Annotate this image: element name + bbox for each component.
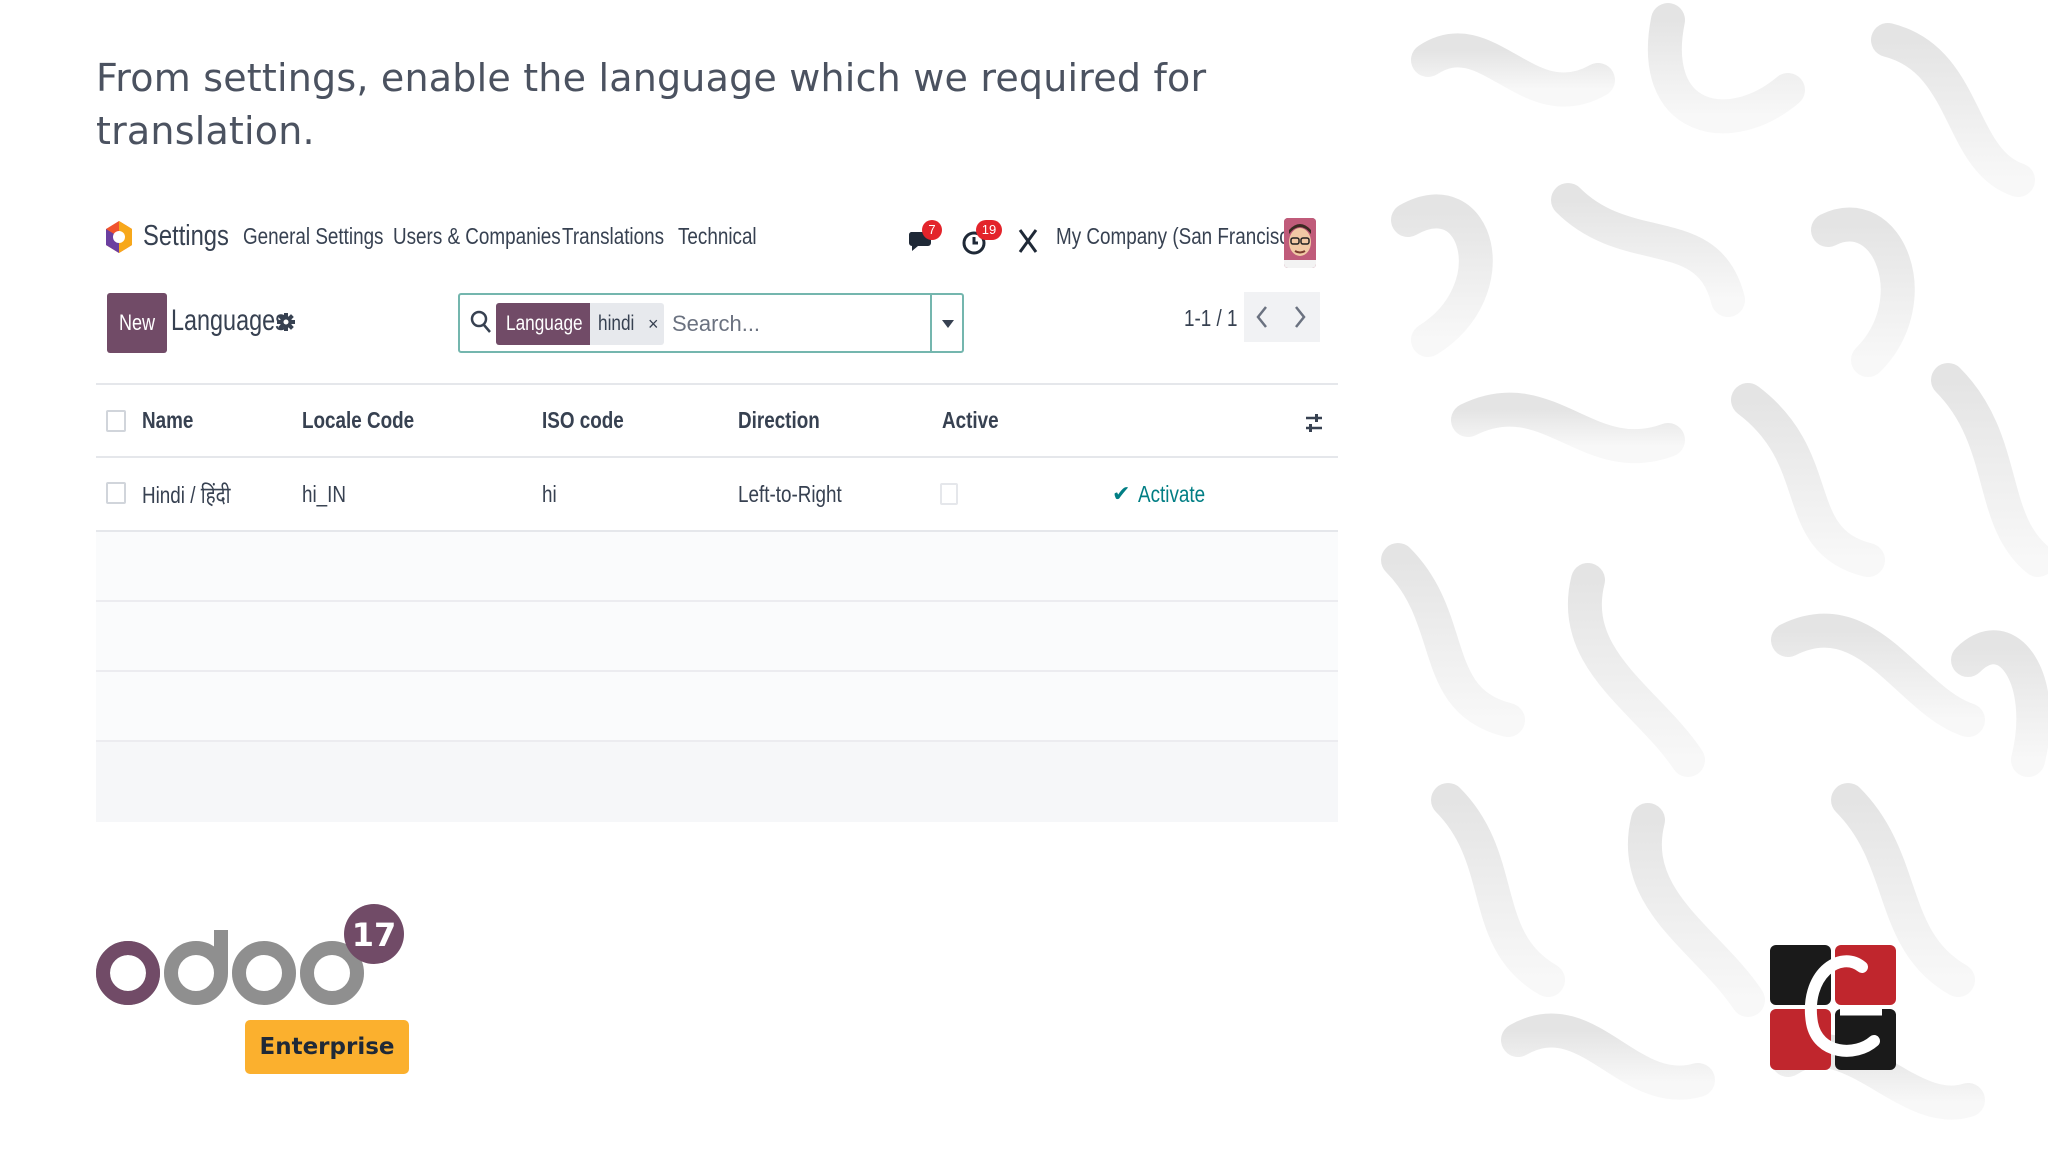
column-header-direction[interactable]: Direction <box>738 385 838 456</box>
chevron-left-icon <box>1256 306 1267 328</box>
enterprise-badge: Enterprise <box>245 1020 409 1074</box>
debug-tools-icon[interactable] <box>1018 227 1038 255</box>
search-input[interactable] <box>672 307 930 341</box>
top-navbar: Settings General Settings Users & Compan… <box>96 208 1338 268</box>
messages-badge: 7 <box>922 220 942 240</box>
gear-icon[interactable] <box>276 312 296 332</box>
pager-previous-button[interactable] <box>1244 292 1282 342</box>
search-bar: Language hindi × <box>458 293 964 353</box>
odoo-app-window: Settings General Settings Users & Compan… <box>96 200 1338 830</box>
activate-button[interactable]: ✔ Activate <box>1112 458 1220 530</box>
cell-locale-code: hi_IN <box>302 480 347 507</box>
menu-general-settings[interactable]: General Settings <box>243 223 383 250</box>
search-options-toggle[interactable] <box>930 295 962 351</box>
row-checkbox[interactable] <box>106 482 126 504</box>
page-title: Languages <box>171 304 287 337</box>
settings-app-icon[interactable] <box>104 220 134 254</box>
pager-next-button[interactable] <box>1282 292 1320 342</box>
decorative-pattern <box>1368 0 2048 1152</box>
table-header: Name Locale Code ISO code Direction Acti… <box>96 383 1338 458</box>
user-avatar[interactable] <box>1284 218 1316 268</box>
empty-row <box>96 602 1338 672</box>
company-logo <box>1770 945 1896 1070</box>
active-checkbox <box>940 483 958 505</box>
languages-list: Name Locale Code ISO code Direction Acti… <box>96 383 1338 822</box>
slide-headline: From settings, enable the language which… <box>96 56 1207 153</box>
cell-direction: Left-to-Right <box>738 480 842 507</box>
version-number: 17 <box>352 916 397 954</box>
select-all-checkbox[interactable] <box>106 410 126 432</box>
menu-users-companies[interactable]: Users & Companies <box>393 223 561 250</box>
empty-row <box>96 672 1338 742</box>
caret-down-icon <box>942 320 954 328</box>
empty-row <box>96 532 1338 602</box>
activities-badge: 19 <box>976 220 1002 240</box>
column-header-iso-code[interactable]: ISO code <box>542 385 642 456</box>
menu-technical[interactable]: Technical <box>678 223 757 250</box>
column-header-locale-code[interactable]: Locale Code <box>302 385 439 456</box>
cell-iso-code: hi <box>542 480 557 507</box>
column-header-name[interactable]: Name <box>142 385 205 456</box>
cell-name: Hindi / हिंदी <box>142 482 231 508</box>
pager-value[interactable]: 1-1 / 1 <box>1184 305 1237 332</box>
check-icon: ✔ <box>1112 481 1131 506</box>
remove-facet-icon[interactable]: × <box>648 303 659 345</box>
empty-row <box>96 742 1338 822</box>
column-header-active[interactable]: Active <box>942 385 1011 456</box>
search-icon <box>470 310 491 333</box>
optional-columns-icon[interactable] <box>1304 411 1324 435</box>
odoo-logo: 17 <box>94 900 414 1010</box>
chevron-right-icon <box>1295 306 1306 328</box>
app-title[interactable]: Settings <box>143 220 229 253</box>
table-row[interactable]: Hindi / हिंदी hi_IN hi Left-to-Right ✔ A… <box>96 458 1338 532</box>
menu-translations[interactable]: Translations <box>562 223 664 250</box>
company-switcher[interactable]: My Company (San Francisco) <box>1056 223 1305 250</box>
new-button[interactable]: New <box>107 293 167 353</box>
